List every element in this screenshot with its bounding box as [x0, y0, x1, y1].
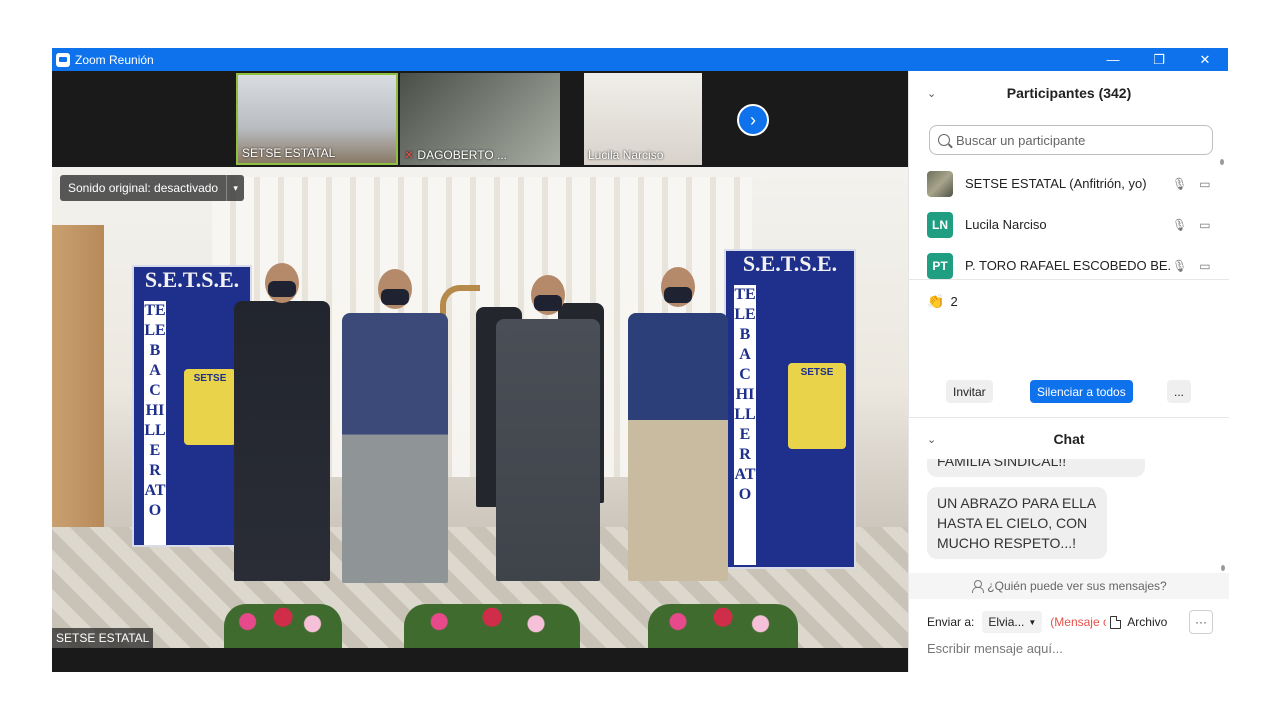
send-to-value: Elvia... — [988, 615, 1025, 629]
original-sound-button[interactable]: Sonido original: desactivado ▾ — [60, 175, 245, 201]
chat-more-button[interactable]: ··· — [1189, 610, 1213, 634]
video-area: SETSE ESTATAL ✕ DAGOBERTO ... Lucila Nar… — [52, 71, 908, 672]
participants-scrollbar[interactable] — [1219, 159, 1225, 277]
thumbnail-strip: SETSE ESTATAL ✕ DAGOBERTO ... Lucila Nar… — [52, 71, 908, 167]
flowers — [404, 604, 580, 648]
private-message-label: (Mensaje c — [1050, 615, 1107, 629]
avatar: PT — [927, 252, 953, 279]
video-bottom-bar — [52, 648, 908, 672]
zoom-window: Zoom Reunión — ❐ ✕ SETSE ESTATAL ✕ DAGOB… — [52, 48, 1229, 672]
video-camera-icon[interactable]: ▭ — [1199, 218, 1210, 232]
invite-button[interactable]: Invitar — [946, 380, 993, 403]
clap-icon: 👏 — [927, 293, 945, 309]
chat-scrollbar[interactable] — [1221, 459, 1225, 571]
setse-emblem: SETSE — [182, 367, 238, 447]
video-thumbnail[interactable]: ✕ DAGOBERTO ... — [400, 73, 560, 165]
participants-title: Participantes (342) — [1006, 85, 1132, 101]
mask — [268, 281, 296, 297]
participant-row[interactable]: LN Lucila Narciso 🎙 ▭ — [909, 204, 1219, 245]
video-thumbnail[interactable]: SETSE ESTATAL — [236, 73, 398, 165]
video-camera-icon[interactable]: ▭ — [1199, 259, 1210, 273]
next-page-button[interactable]: › — [737, 104, 769, 136]
door — [52, 225, 104, 555]
flowers — [224, 604, 342, 648]
banner-header: S.E.T.S.E. — [726, 251, 854, 281]
search-icon — [938, 134, 950, 146]
original-sound-label: Sonido original: desactivado — [68, 181, 219, 195]
main-speaker-name: SETSE ESTATAL — [52, 628, 154, 648]
participant-name: Lucila Narciso — [965, 217, 1047, 232]
person-icon — [971, 580, 985, 593]
avatar — [927, 170, 953, 197]
person — [628, 267, 728, 581]
setse-emblem: SETSE — [786, 361, 848, 451]
restore-button[interactable]: ❐ — [1136, 48, 1182, 71]
reactions-count: 👏 2 — [927, 293, 958, 310]
divider — [909, 279, 1229, 280]
reaction-number: 2 — [950, 294, 958, 309]
participant-name: SETSE ESTATAL (Anfitrión, yo) — [965, 176, 1147, 191]
banner-vertical-text: TELEBACHILLERATO — [734, 285, 756, 565]
participant-row[interactable]: SETSE ESTATAL (Anfitrión, yo) 🎙 ▭ — [909, 163, 1219, 204]
chevron-down-icon[interactable]: ⌄ — [927, 433, 936, 446]
chat-messages: FAMILIA SINDICAL!! UN ABRAZO PARA ELLA H… — [909, 459, 1219, 571]
chat-message: UN ABRAZO PARA ELLA HASTA EL CIELO, CON … — [927, 487, 1107, 559]
chat-header[interactable]: ⌄ Chat — [909, 419, 1229, 459]
thumbnail-name-text: DAGOBERTO ... — [417, 148, 507, 162]
emblem-text: SETSE — [800, 367, 834, 378]
banner-vertical-text: TELEBACHILLERATO — [144, 301, 166, 545]
file-icon[interactable] — [1110, 615, 1122, 629]
send-to-label: Enviar a: — [927, 615, 975, 629]
chevron-down-icon: ▼ — [1028, 617, 1037, 627]
mask — [664, 287, 692, 303]
mask — [381, 289, 409, 305]
chat-input[interactable]: Escribir mensaje aquí... — [927, 641, 1063, 656]
search-placeholder: Buscar un participante — [956, 132, 1086, 148]
person — [234, 263, 330, 581]
side-panel: ⌄ Participantes (342) Buscar un particip… — [908, 71, 1229, 672]
chat-message: FAMILIA SINDICAL!! — [927, 459, 1145, 477]
mic-muted-icon: ✕ — [404, 148, 415, 162]
emblem-text: SETSE — [193, 373, 227, 384]
video-thumbnail[interactable]: Lucila Narciso — [584, 73, 702, 165]
send-to-dropdown[interactable]: Elvia... ▼ — [982, 611, 1043, 633]
send-to-row: Enviar a: Elvia... ▼ (Mensaje c Archivo — [927, 610, 1167, 634]
close-button[interactable]: ✕ — [1182, 48, 1228, 71]
window-controls: — ❐ ✕ — [1090, 48, 1228, 71]
chevron-down-icon[interactable]: ⌄ — [927, 87, 936, 100]
chat-title: Chat — [1053, 431, 1085, 447]
file-button[interactable]: Archivo — [1127, 615, 1167, 629]
person — [342, 269, 448, 583]
flowers — [648, 604, 798, 648]
thumbnail-name: Lucila Narciso — [588, 148, 664, 162]
window-title: Zoom Reunión — [75, 52, 154, 67]
more-options-button[interactable]: ... — [1167, 380, 1191, 403]
thumbnail-name: ✕ DAGOBERTO ... — [404, 148, 507, 162]
microphone-icon[interactable]: 🎙 — [1172, 218, 1187, 232]
participant-search[interactable]: Buscar un participante — [929, 125, 1213, 155]
who-can-see-label: ¿Quién puede ver sus mensajes? — [987, 579, 1167, 593]
participants-header[interactable]: ⌄ Participantes (342) — [909, 73, 1229, 113]
divider — [909, 417, 1229, 418]
title-bar: Zoom Reunión — ❐ ✕ — [52, 48, 1228, 71]
person — [496, 275, 600, 581]
participant-list: SETSE ESTATAL (Anfitrión, yo) 🎙 ▭ LN Luc… — [909, 163, 1219, 286]
thumbnail-name: SETSE ESTATAL — [242, 146, 336, 160]
zoom-logo-icon — [56, 52, 70, 67]
minimize-button[interactable]: — — [1090, 48, 1136, 71]
banner-right: S.E.T.S.E. TELEBACHILLERATO SETSE — [724, 249, 856, 569]
video-camera-icon[interactable]: ▭ — [1199, 177, 1210, 191]
chevron-down-icon[interactable]: ▾ — [226, 175, 244, 201]
participant-name: P. TORO RAFAEL ESCOBEDO BE... — [965, 258, 1170, 273]
main-video: S.E.T.S.E. TELEBACHILLERATO SETSE S.E.T.… — [52, 167, 908, 648]
who-can-see-messages[interactable]: ¿Quién puede ver sus mensajes? — [909, 573, 1229, 599]
banner-header: S.E.T.S.E. — [134, 267, 250, 297]
microphone-icon[interactable]: 🎙 — [1172, 177, 1187, 191]
mask — [534, 295, 562, 311]
mute-all-button[interactable]: Silenciar a todos — [1030, 380, 1133, 403]
avatar: LN — [927, 211, 953, 238]
microphone-icon[interactable]: 🎙 — [1172, 259, 1187, 273]
